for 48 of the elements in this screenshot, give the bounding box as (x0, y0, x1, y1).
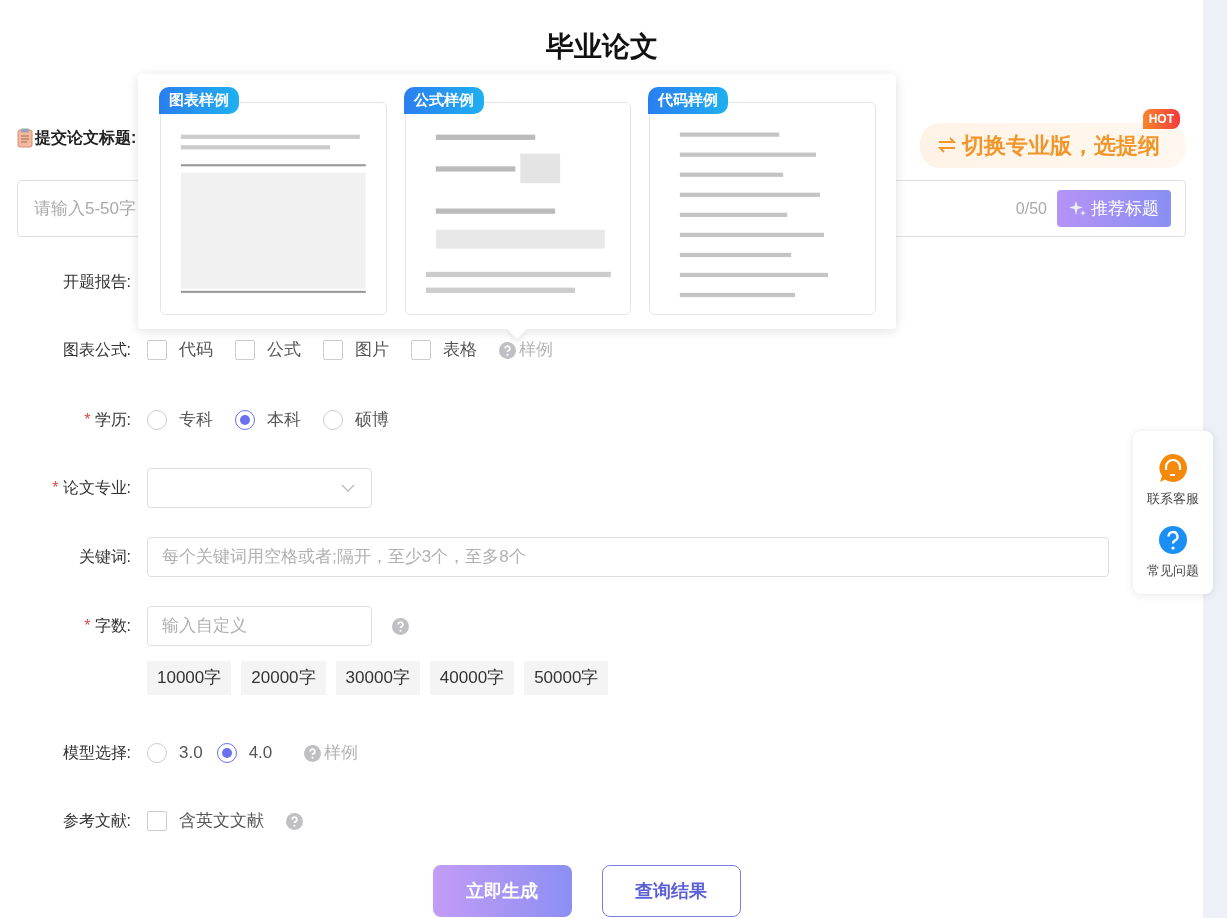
help-icon[interactable] (392, 617, 409, 635)
radio-option[interactable]: 3.0 (147, 740, 203, 766)
required-asterisk: * (84, 411, 91, 428)
question-icon (1158, 524, 1188, 555)
help-icon (304, 744, 322, 762)
field-label: 参考文献: (62, 812, 131, 829)
radio-option[interactable]: 4.0 (216, 740, 273, 766)
field-label: 图表公式: (62, 341, 131, 358)
checkbox-option[interactable]: 公式 (235, 337, 301, 363)
headset-icon (1158, 453, 1188, 483)
radio-option[interactable]: 硕博 (323, 407, 389, 433)
chevron-down-icon (341, 484, 355, 492)
word-count-chip[interactable]: 50000字 (524, 661, 609, 695)
hot-badge: HOT (1142, 108, 1180, 129)
checkbox-option[interactable]: 图片 (323, 337, 389, 363)
field-label: 字数: (94, 617, 131, 634)
help-icon (499, 341, 516, 359)
char-counter: 0/50 (1015, 198, 1047, 219)
field-label: 开题报告: (62, 273, 131, 290)
radio-option[interactable]: 专科 (147, 407, 213, 433)
banner-text: 切换专业版，选提纲 (962, 131, 1160, 160)
word-count-chip[interactable]: 30000字 (335, 661, 420, 695)
switch-icon (938, 137, 956, 153)
float-panel-item[interactable]: 常见问题 (1147, 524, 1199, 580)
word-count-field[interactable]: 输入自定义 (147, 606, 372, 646)
radio-option[interactable]: 本科 (235, 407, 301, 433)
title-label: 提交论文标题: (35, 128, 137, 148)
field-label: 学历: (94, 411, 131, 428)
field-label: 关键词: (78, 548, 131, 565)
checkbox-option[interactable]: 含英文文献 (147, 808, 264, 834)
help-icon[interactable] (286, 812, 303, 830)
word-count-chip[interactable]: 20000字 (241, 661, 326, 695)
page-title: 毕业论文 (544, 30, 659, 64)
checkbox-option[interactable]: 表格 (411, 337, 477, 363)
clipboard-icon (17, 128, 33, 148)
float-panel-label: 常见问题 (1147, 561, 1199, 580)
keywords-field[interactable]: 每个关键词用空格或者;隔开，至少3个，至多8个 (147, 537, 1109, 577)
float-panel-item[interactable]: 联系客服 (1147, 453, 1199, 509)
field-label: 模型选择: (62, 744, 131, 761)
query-results-button[interactable]: 查询结果 (601, 865, 741, 917)
float-panel-label: 联系客服 (1147, 490, 1199, 508)
word-count-chip[interactable]: 10000字 (147, 661, 232, 695)
required-asterisk: * (52, 479, 59, 496)
required-asterisk: * (84, 617, 91, 634)
checkbox-option[interactable]: 代码 (147, 337, 213, 363)
major-select[interactable] (147, 468, 372, 508)
field-label: 论文专业: (62, 479, 131, 496)
word-count-chip[interactable]: 40000字 (429, 661, 515, 695)
